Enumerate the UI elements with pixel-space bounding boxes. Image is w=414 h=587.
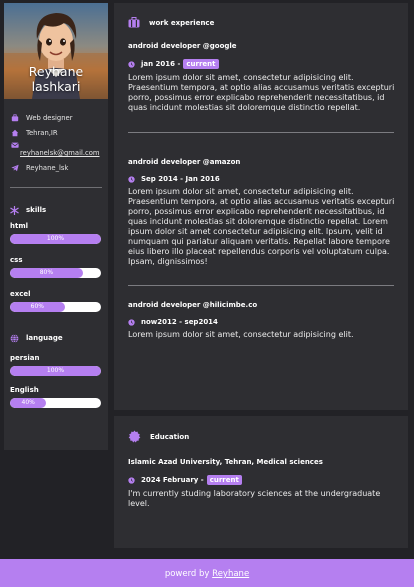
profile-photo: Reyhane lashkari [4,3,108,99]
education-description: I'm currently studing laboratory science… [128,489,381,508]
skills-heading: skills [10,203,108,217]
current-badge: current [206,475,242,485]
badge-gear-icon [128,430,141,443]
school-name: Islamic Azad University, Tehran, Medical… [128,458,323,466]
job-date: jan 2016 - [141,60,181,68]
calendar-icon [128,476,135,484]
job-divider [128,285,394,286]
job-date-row: jan 2016 - current [128,59,408,69]
language-label: persian [10,354,40,362]
profile-name: Reyhane lashkari [4,64,108,94]
education-date-row: 2024 February - current [128,475,408,485]
education-date: 2024 February - [141,476,204,484]
job-title: android developer @amazon [128,158,241,166]
telegram-row[interactable]: Reyhane_lsk [10,160,108,175]
job-date: Sep 2014 - Jan 2016 [141,175,220,183]
skill-label: css [10,256,23,264]
job-date-row: now2012 - sep2014 [128,318,408,326]
skill-progress-bar: 80% [10,268,101,278]
job-description: Lorem ipsum dolor sit amet, consectetur … [128,187,395,266]
footer: powerd by Reyhane [0,559,414,587]
skill-html: html 100% [4,222,108,244]
language-progress-bar: 40% [10,398,101,408]
job-entry: android developer @google jan 2016 - cur… [114,42,408,113]
job-description: Lorem ipsum dolor sit amet, consectetur … [128,330,354,339]
contact-info: Web designer Tehran,IR reyhanelsk@gmail.… [4,99,108,175]
language-title: language [26,334,63,342]
sidebar-divider [10,187,102,188]
education-title: Education [150,432,190,441]
language-persian: persian 100% [4,354,108,376]
skill-percent: 60% [30,303,44,310]
job-date: now2012 - sep2014 [141,318,218,326]
skill-percent: 80% [39,269,54,276]
globe-icon [10,333,19,343]
job-divider [128,132,394,133]
email-row[interactable]: reyhanelsk@gmail.com [10,140,108,160]
skill-css: css 80% [4,256,108,278]
envelope-icon [10,140,19,149]
education-heading: Education [128,430,408,443]
calendar-icon [128,175,135,183]
skill-label: excel [10,290,31,298]
work-experience-card: work experience android developer @googl… [114,3,408,410]
work-experience-title: work experience [149,18,215,27]
job-entry: android developer @amazon Sep 2014 - Jan… [114,158,408,267]
email-link[interactable]: reyhanelsk@gmail.com [20,149,100,157]
calendar-icon [128,60,135,68]
work-experience-heading: work experience [128,17,408,28]
skill-label: html [10,222,29,230]
sidebar: Reyhane lashkari Web designer Tehran,IR … [4,3,108,450]
asterisk-icon [10,205,19,215]
skill-progress-bar: 100% [10,234,101,244]
job-title: android developer @hilicimbe.co [128,301,258,309]
calendar-icon [128,318,135,326]
suitcase-icon [128,17,140,28]
location-text: Tehran,IR [26,128,58,137]
skill-percent: 100% [46,235,65,242]
job-title: android developer @google [128,42,237,50]
location-row: Tehran,IR [10,125,108,140]
footer-text: powerd by [164,569,210,579]
education-card: Education Islamic Azad University, Tehra… [114,416,408,548]
job-date-row: Sep 2014 - Jan 2016 [128,175,408,183]
profile-first-name: Reyhane [28,64,84,79]
job-text: Web designer [26,113,73,122]
language-heading: language [10,331,108,345]
language-progress-bar: 100% [10,366,101,376]
current-badge: current [183,59,219,69]
job-entry: android developer @hilicimbe.co now2012 … [114,301,408,340]
telegram-text[interactable]: Reyhane_lsk [26,164,68,172]
footer-author-link[interactable]: Reyhane [212,569,249,579]
telegram-icon [10,163,19,172]
language-english: English 40% [4,386,108,408]
language-percent: 100% [46,367,65,374]
job-description: Lorem ipsum dolor sit amet, consectetur … [128,73,395,112]
skill-excel: excel 60% [4,290,108,312]
job-row: Web designer [10,110,108,125]
profile-last-name: lashkari [31,79,81,94]
language-label: English [10,386,39,394]
language-percent: 40% [21,399,35,406]
briefcase-icon [10,113,19,122]
home-icon [10,128,19,137]
skills-title: skills [26,206,47,214]
skill-progress-bar: 60% [10,302,101,312]
